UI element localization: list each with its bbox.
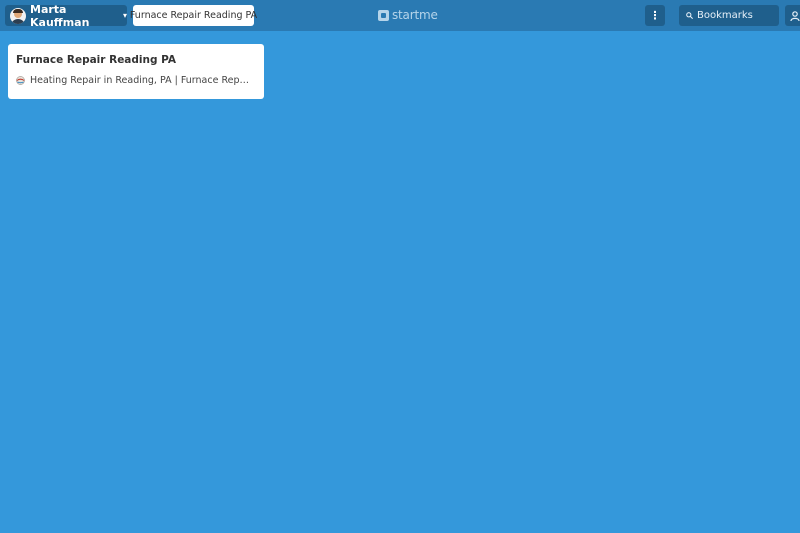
top-bar: Marta Kauffman ▾ Furnace Repair Reading … xyxy=(0,0,800,31)
user-icon xyxy=(790,6,800,25)
logo-icon xyxy=(378,9,389,21)
startme-logo[interactable]: startme xyxy=(378,8,438,22)
search-icon xyxy=(686,12,693,19)
user-name: Marta Kauffman xyxy=(30,2,90,29)
globe-favicon-icon xyxy=(16,76,25,85)
more-options-button[interactable]: ⋮ xyxy=(645,5,665,26)
user-menu-button[interactable]: Marta Kauffman ▾ xyxy=(5,2,127,29)
search-placeholder: Bookmarks xyxy=(697,10,753,21)
avatar xyxy=(10,7,26,24)
bookmark-search-input[interactable]: Bookmarks xyxy=(679,5,779,26)
bookmark-link[interactable]: Heating Repair in Reading, PA | Furnace … xyxy=(16,75,256,86)
account-button[interactable] xyxy=(785,5,800,26)
bookmark-widget: Furnace Repair Reading PA Heating Repair… xyxy=(8,44,264,99)
bookmark-label: Heating Repair in Reading, PA | Furnace … xyxy=(30,75,252,86)
page-tab[interactable]: Furnace Repair Reading PA xyxy=(130,5,257,26)
chevron-down-icon: ▾ xyxy=(122,11,127,20)
widget-title[interactable]: Furnace Repair Reading PA xyxy=(16,54,256,66)
logo-text: startme xyxy=(392,8,438,22)
